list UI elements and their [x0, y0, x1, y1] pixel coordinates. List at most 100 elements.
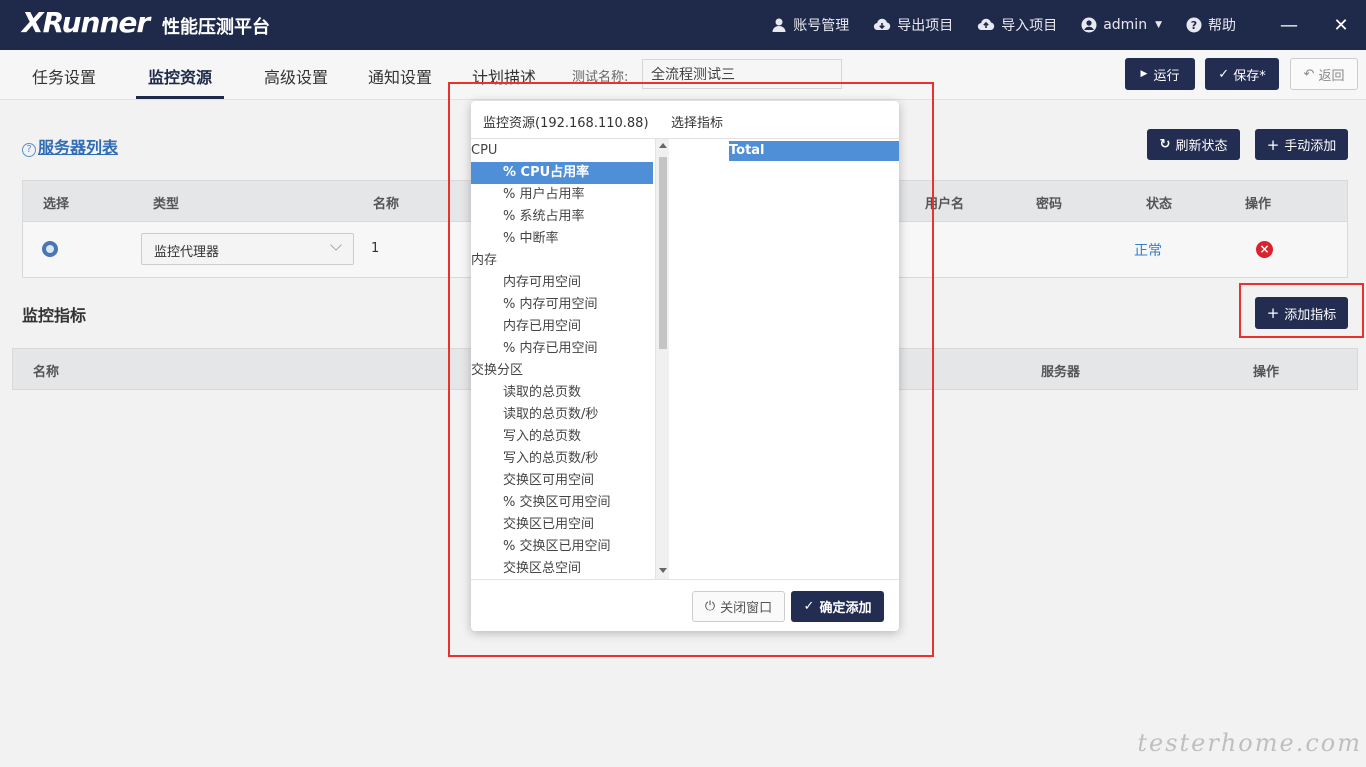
metric-tree: CPU % CPU占用率 % 用户占用率 % 系统占用率 % 中断率 内存 内存… [471, 139, 669, 579]
app-logo: XRunner [22, 6, 150, 39]
tree-item-pages-written-sec[interactable]: 写入的总页数/秒 [471, 448, 653, 470]
app-title: 性能压测平台 [162, 17, 270, 38]
user-circle-icon [1081, 17, 1097, 33]
refresh-label: 刷新状态 [1175, 139, 1228, 154]
tree-item-swap-total[interactable]: 交换区总空间 [471, 558, 653, 579]
highlight-frame-add-metric [1239, 283, 1364, 338]
server-list-link[interactable]: 服务器列表 [38, 138, 118, 157]
tree-item-swap-used-pct[interactable]: % 交换区已用空间 [471, 536, 653, 558]
tree-item-mem-used[interactable]: 内存已用空间 [471, 316, 653, 338]
tree-group-swap[interactable]: 交换分区 [471, 360, 653, 382]
refresh-icon: ↻ [1159, 137, 1171, 152]
user-icon [772, 18, 786, 32]
select-metric-dialog: 监控资源(192.168.110.88) 选择指标 CPU % CPU占用率 %… [471, 101, 899, 631]
scroll-down-arrow-icon[interactable] [659, 568, 667, 573]
top-nav: 账号管理 导出项目 导入项目 admin ▼ ? 帮助 — ✕ [771, 0, 1366, 50]
tree-item-cpu-usage[interactable]: % CPU占用率 [471, 162, 653, 184]
check-icon: ✓ [803, 599, 815, 614]
tab-monitor-resources[interactable]: 监控资源 [148, 64, 212, 88]
tree-item-swap-available-pct[interactable]: % 交换区可用空间 [471, 492, 653, 514]
metrics-title: 监控指标 [22, 306, 87, 325]
back-label: 返回 [1318, 68, 1345, 84]
power-icon: ⏻ [704, 599, 716, 614]
tab-notification-settings[interactable]: 通知设置 [368, 64, 432, 88]
scroll-up-arrow-icon[interactable] [659, 143, 667, 148]
run-button[interactable]: ▶ 运行 [1125, 58, 1195, 90]
col-metric-server: 服务器 [1041, 365, 1081, 380]
close-window-button[interactable]: ✕ [1328, 15, 1354, 36]
cloud-upload-icon [978, 18, 995, 31]
question-icon: ? [22, 143, 36, 157]
save-label: 保存* [1233, 68, 1266, 84]
export-label: 导出项目 [897, 18, 954, 34]
tree-item-mem-available-pct[interactable]: % 内存可用空间 [471, 294, 653, 316]
svg-text:?: ? [1191, 19, 1197, 32]
col-actions: 操作 [1245, 197, 1272, 212]
tree-item-interrupt-rate[interactable]: % 中断率 [471, 228, 653, 250]
help-link[interactable]: ? 帮助 [1186, 15, 1236, 35]
dialog-subtitle: 选择指标 [671, 116, 724, 131]
export-project-link[interactable]: 导出项目 [873, 15, 953, 35]
type-select-value: 监控代理器 [154, 245, 220, 260]
dialog-title: 监控资源(192.168.110.88) [483, 116, 649, 131]
instance-item-total[interactable]: Total [729, 141, 899, 161]
caret-down-icon: ▼ [1155, 20, 1162, 30]
server-name: 1 [371, 241, 380, 256]
user-name: admin [1103, 17, 1148, 33]
app-header: XRunner 性能压测平台 账号管理 导出项目 导入项目 admin ▼ ? … [0, 0, 1366, 50]
tree-item-system-usage[interactable]: % 系统占用率 [471, 206, 653, 228]
status-text: 正常 [1134, 243, 1162, 259]
minimize-button[interactable]: — [1276, 15, 1302, 36]
tree-item-swap-available[interactable]: 交换区可用空间 [471, 470, 653, 492]
confirm-add-label: 确定添加 [819, 601, 872, 616]
refresh-status-button[interactable]: ↻ 刷新状态 [1147, 129, 1240, 160]
tree-group-memory[interactable]: 内存 [471, 250, 653, 272]
confirm-add-button[interactable]: ✓ 确定添加 [791, 591, 884, 622]
account-management-link[interactable]: 账号管理 [771, 15, 849, 35]
instance-list: Total [670, 139, 899, 579]
select-radio[interactable] [42, 241, 58, 257]
col-type: 类型 [153, 197, 180, 212]
import-project-link[interactable]: 导入项目 [977, 15, 1057, 35]
tree-item-swap-used[interactable]: 交换区已用空间 [471, 514, 653, 536]
plus-icon: + [1266, 135, 1280, 154]
tab-task-settings[interactable]: 任务设置 [32, 64, 96, 88]
undo-icon: ↶ [1303, 66, 1315, 82]
tree-group-cpu[interactable]: CPU [471, 140, 653, 162]
run-label: 运行 [1153, 68, 1180, 84]
chevron-down-icon [330, 239, 342, 251]
manual-add-button[interactable]: + 手动添加 [1255, 129, 1348, 160]
close-dialog-button[interactable]: ⏻ 关闭窗口 [692, 591, 785, 622]
tree-item-pages-written[interactable]: 写入的总页数 [471, 426, 653, 448]
col-password: 密码 [1036, 197, 1063, 212]
scroll-thumb[interactable] [659, 157, 667, 349]
help-label: 帮助 [1208, 18, 1236, 34]
col-metric-name: 名称 [33, 365, 60, 380]
type-select[interactable]: 监控代理器 [141, 233, 354, 265]
save-button[interactable]: ✓ 保存* [1205, 58, 1279, 90]
tree-item-user-usage[interactable]: % 用户占用率 [471, 184, 653, 206]
manual-add-label: 手动添加 [1284, 139, 1337, 154]
col-metric-actions: 操作 [1253, 365, 1280, 380]
tree-item-pages-read[interactable]: 读取的总页数 [471, 382, 653, 404]
active-tab-indicator [136, 96, 224, 99]
tree-scrollbar[interactable] [655, 139, 669, 579]
tab-advanced-settings[interactable]: 高级设置 [264, 64, 328, 88]
user-menu[interactable]: admin ▼ [1081, 17, 1162, 33]
tree-item-pages-read-sec[interactable]: 读取的总页数/秒 [471, 404, 653, 426]
dialog-header: 监控资源(192.168.110.88) 选择指标 [471, 101, 899, 139]
watermark: testerhome.com [1137, 729, 1362, 757]
col-select: 选择 [43, 197, 70, 212]
play-icon: ▶ [1140, 69, 1148, 79]
delete-icon[interactable]: × [1256, 241, 1273, 258]
server-list-title[interactable]: ? 服务器列表 [22, 134, 118, 158]
back-button[interactable]: ↶ 返回 [1290, 58, 1358, 90]
import-label: 导入项目 [1001, 18, 1058, 34]
col-status: 状态 [1146, 197, 1173, 212]
tree-item-mem-used-pct[interactable]: % 内存已用空间 [471, 338, 653, 360]
tree-item-mem-available[interactable]: 内存可用空间 [471, 272, 653, 294]
dialog-footer: ⏻ 关闭窗口 ✓ 确定添加 [471, 579, 899, 631]
account-label: 账号管理 [793, 18, 850, 34]
help-icon: ? [1186, 17, 1202, 33]
cloud-download-icon [874, 18, 891, 31]
